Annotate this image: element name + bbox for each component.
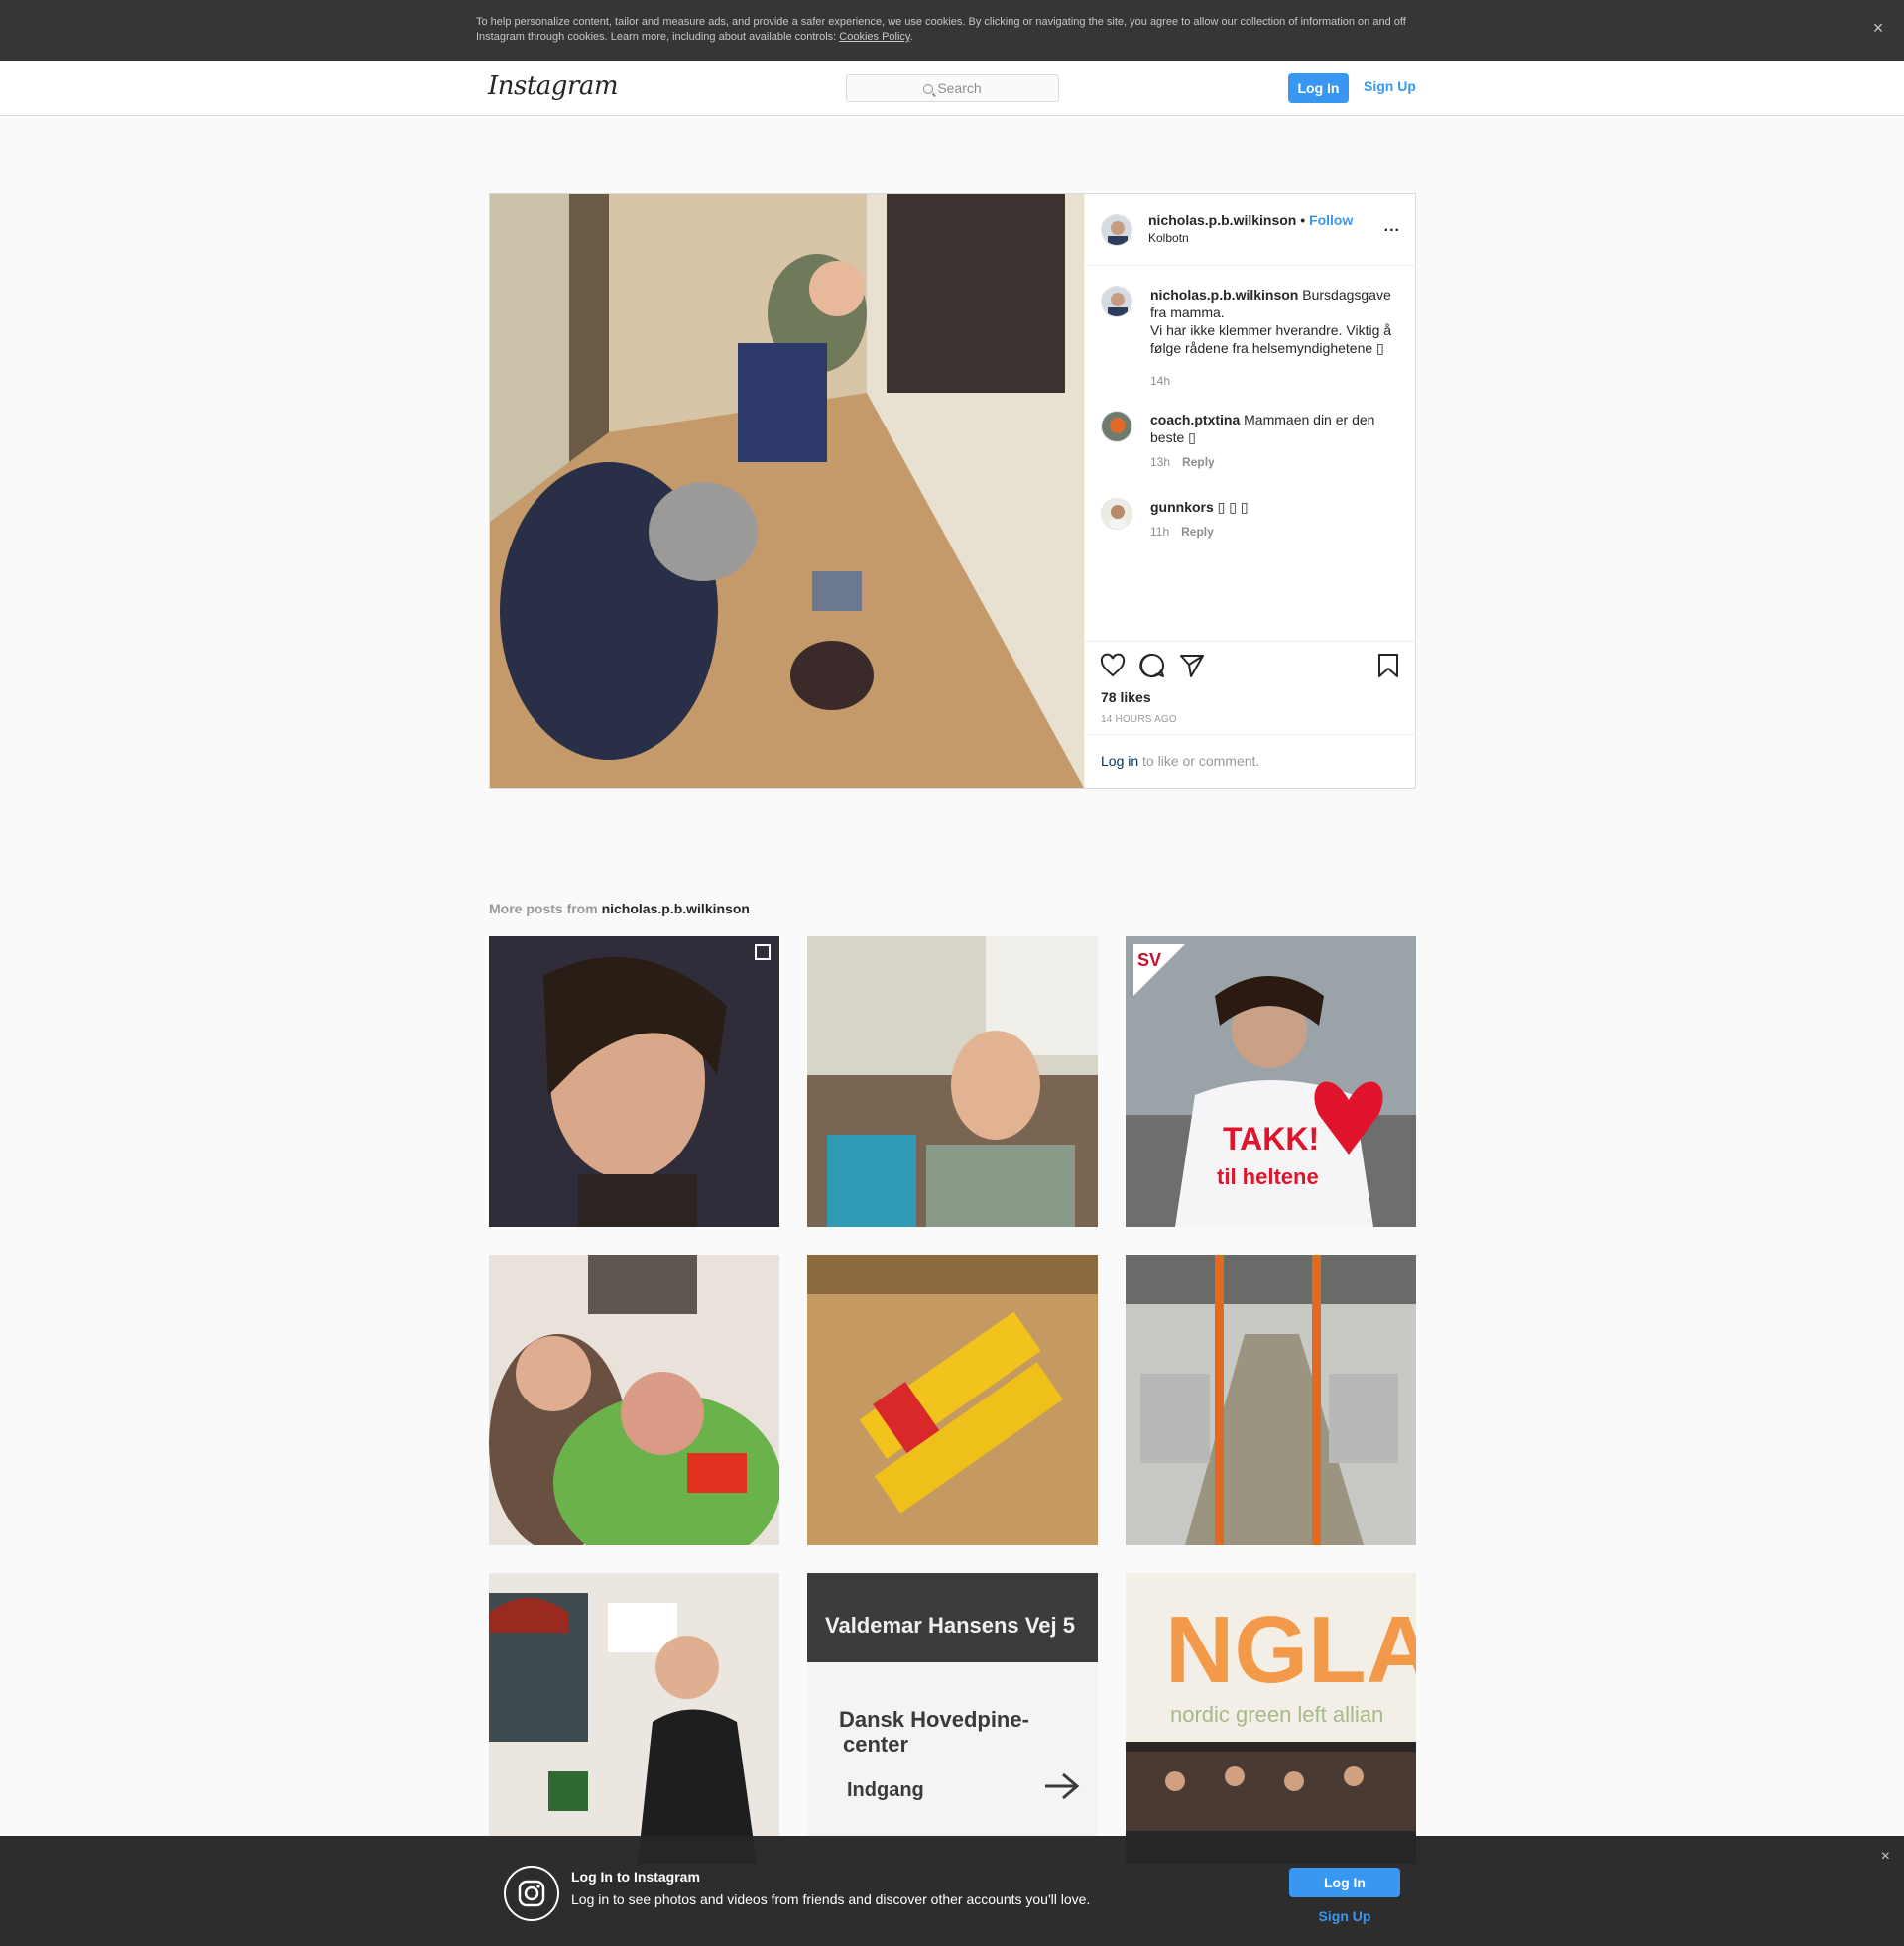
grid-post-image <box>489 1573 779 1864</box>
follow-button[interactable]: Follow <box>1309 212 1353 228</box>
grid-post[interactable] <box>489 936 779 1227</box>
instagram-camera-icon <box>504 1866 559 1921</box>
caption-time[interactable]: 14h <box>1150 374 1170 388</box>
avatar-image <box>1102 215 1131 245</box>
close-icon[interactable]: × <box>1881 1848 1890 1866</box>
grid-post-image <box>807 1255 1098 1545</box>
cookie-banner: To help personalize content, tailor and … <box>0 0 1904 61</box>
avatar[interactable] <box>1101 286 1132 317</box>
sign-line-3: Indgang <box>847 1779 924 1801</box>
grid-post-image: Valdemar Hansens Vej 5 Dansk Hovedpine- … <box>807 1573 1098 1864</box>
avatar-image <box>1102 287 1131 316</box>
sv-logo-text: SV <box>1137 950 1161 970</box>
more-options-icon[interactable]: ... <box>1384 218 1400 236</box>
comment-icon[interactable] <box>1138 652 1166 679</box>
signup-link[interactable]: Sign Up <box>1364 78 1416 94</box>
grid-post-image <box>489 936 779 1227</box>
caption-line-2: Vi har ikke klemmer hverandre. Viktig å … <box>1150 322 1392 356</box>
comment-username[interactable]: coach.ptxtina <box>1150 412 1240 427</box>
search-icon <box>923 84 934 94</box>
grid-post-image <box>489 1255 779 1545</box>
avatar-image <box>1102 499 1131 529</box>
post-actions: 78 likes 14 HOURS AGO Log in to like or … <box>1085 641 1416 788</box>
grid-post[interactable] <box>489 1573 779 1864</box>
grid-post[interactable]: Valdemar Hansens Vej 5 Dansk Hovedpine- … <box>807 1573 1098 1864</box>
grid-post[interactable]: NGLA nordic green left allian <box>1126 1573 1416 1864</box>
comment-meta: 11h Reply <box>1150 525 1214 539</box>
post-location[interactable]: Kolbotn <box>1148 231 1189 245</box>
heart-icon[interactable] <box>1099 652 1127 679</box>
camera-glyph <box>518 1880 545 1907</box>
grid-post-image: NGLA nordic green left allian <box>1126 1573 1416 1864</box>
grid-post[interactable] <box>489 1255 779 1545</box>
avatar[interactable] <box>1101 214 1132 246</box>
post-card: nicholas.p.b.wilkinson • Follow Kolbotn … <box>489 193 1416 789</box>
post-header: nicholas.p.b.wilkinson • Follow Kolbotn … <box>1085 194 1416 266</box>
reply-button[interactable]: Reply <box>1181 525 1214 539</box>
separator-dot: • <box>1300 212 1306 228</box>
author-username[interactable]: nicholas.p.b.wilkinson <box>1148 212 1296 228</box>
login-link[interactable]: Log in <box>1101 753 1138 769</box>
grid-post-image <box>1126 1255 1416 1545</box>
heltene-text: til heltene <box>1217 1164 1319 1189</box>
cookies-policy-link[interactable]: Cookies Policy <box>839 31 909 43</box>
cookie-message: To help personalize content, tailor and … <box>476 16 1406 43</box>
more-posts-heading: More posts from nicholas.p.b.wilkinson <box>489 901 750 916</box>
login-button[interactable]: Log In <box>1288 73 1349 103</box>
comment-text: gunnkors ▯ ▯ ▯ <box>1150 498 1403 516</box>
post-sidebar: nicholas.p.b.wilkinson • Follow Kolbotn … <box>1084 194 1416 788</box>
grid-post-image: SV TAKK! til heltene <box>1126 936 1416 1227</box>
caption-emoji: ▯ <box>1376 340 1384 356</box>
likes-count[interactable]: 78 likes <box>1101 689 1151 705</box>
comment-time[interactable]: 13h <box>1150 455 1170 469</box>
share-icon[interactable] <box>1178 652 1206 679</box>
reply-button[interactable]: Reply <box>1182 455 1215 469</box>
grid-post[interactable]: SV TAKK! til heltene <box>1126 936 1416 1227</box>
caption-username[interactable]: nicholas.p.b.wilkinson <box>1150 287 1298 303</box>
caption-text: nicholas.p.b.wilkinson Bursdagsgave fra … <box>1150 286 1403 357</box>
post-photo-graphic <box>490 194 1084 788</box>
comment-meta: 13h Reply <box>1150 455 1215 469</box>
close-icon[interactable]: × <box>1866 16 1890 40</box>
banner-title: Log In to Instagram <box>571 1869 700 1885</box>
comment-username[interactable]: gunnkors <box>1150 499 1214 515</box>
login-prompt: Log in to like or comment. <box>1085 734 1416 789</box>
banner-subtitle: Log in to see photos and videos from fri… <box>571 1891 1091 1907</box>
grid-post[interactable] <box>1126 1255 1416 1545</box>
post-timestamp[interactable]: 14 HOURS AGO <box>1101 714 1177 725</box>
more-posts-username[interactable]: nicholas.p.b.wilkinson <box>602 901 750 916</box>
avatar[interactable] <box>1101 498 1132 530</box>
grid-post[interactable] <box>807 936 1098 1227</box>
post-photo[interactable] <box>490 194 1084 788</box>
login-banner: Log In to Instagram Log in to see photos… <box>0 1836 1904 1946</box>
nordic-text: nordic green left allian <box>1170 1702 1383 1727</box>
banner-signup-link[interactable]: Sign Up <box>1289 1908 1400 1924</box>
login-prompt-text: to like or comment. <box>1138 753 1260 769</box>
comment-time[interactable]: 11h <box>1150 525 1169 539</box>
bookmark-icon[interactable] <box>1374 652 1402 679</box>
sign-line-1: Dansk Hovedpine- <box>839 1707 1029 1732</box>
instagram-logo[interactable]: Instagram <box>488 71 619 101</box>
comment-emoji: ▯ <box>1188 429 1196 445</box>
cookie-end: . <box>909 31 913 43</box>
search-input[interactable]: Search <box>846 74 1059 102</box>
post-author: nicholas.p.b.wilkinson • Follow <box>1148 212 1353 228</box>
ngla-text: NGLA <box>1165 1597 1416 1703</box>
more-posts-label: More posts from <box>489 901 602 916</box>
takk-text: TAKK! <box>1223 1121 1319 1156</box>
grid-post-image <box>807 936 1098 1227</box>
comment-emoji: ▯ ▯ ▯ <box>1217 499 1249 515</box>
search-placeholder: Search <box>937 80 982 96</box>
avatar[interactable] <box>1101 411 1132 442</box>
avatar-image <box>1102 412 1131 441</box>
street-sign-text: Valdemar Hansens Vej 5 <box>825 1613 1075 1638</box>
sign-line-2: center <box>843 1732 908 1757</box>
grid-post[interactable] <box>807 1255 1098 1545</box>
top-nav: Instagram Search Log In Sign Up <box>0 61 1904 116</box>
cookie-text: To help personalize content, tailor and … <box>476 15 1428 45</box>
comment-text: coach.ptxtina Mammaen din er den beste ▯ <box>1150 411 1403 446</box>
banner-login-button[interactable]: Log In <box>1289 1868 1400 1897</box>
